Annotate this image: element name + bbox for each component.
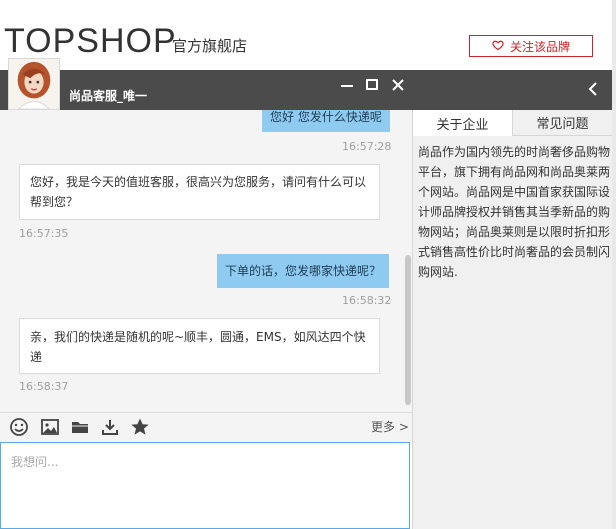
tab-faq[interactable]: 常见问题 [513,110,612,136]
close-icon [389,79,407,98]
message-timestamp: 16:58:32 [342,294,392,307]
window-edge [612,0,616,529]
minimize-icon [338,79,356,98]
image-button[interactable] [40,417,60,437]
folder-icon [70,422,90,441]
image-icon [40,419,60,441]
heart-icon [492,39,504,54]
message-timestamp: 16:57:28 [342,140,392,153]
message-bubble-incoming: 您好，我是今天的值班客服，很高兴为您服务，请问有什么可以帮到您？ [19,164,380,220]
message-bubble-incoming: 亲，我们的快递是随机的呢~顺丰，圆通，EMS，如风达四个快递 [19,318,380,374]
emoji-icon [9,418,29,441]
close-button[interactable] [389,76,407,94]
chevron-left-icon [585,82,601,102]
message-bubble-outgoing: 下单的话，您发哪家快递呢？ [217,254,389,288]
chat-toolbar [0,412,412,443]
download-button[interactable] [100,417,120,437]
maximize-button[interactable] [363,76,381,94]
maximize-icon [363,79,381,98]
minimize-button[interactable] [338,76,356,94]
brand-subtitle: 官方旗舰店 [172,37,248,55]
message-bubble-outgoing: 您好 您发什么快递呢 [262,110,390,132]
avatar [8,58,60,110]
chat-scrollbar-thumb[interactable] [405,255,411,405]
more-button[interactable]: 更多 > [371,418,409,435]
favorite-button[interactable] [130,417,150,437]
message-timestamp: 16:57:35 [19,227,69,240]
message-input[interactable] [0,442,410,529]
tab-about-company[interactable]: 关于企业 [413,110,513,136]
folder-button[interactable] [70,417,90,437]
message-timestamp: 16:58:37 [19,380,69,393]
collapse-panel-button[interactable] [585,80,601,98]
follow-brand-button[interactable]: 关注该品牌 [469,35,593,57]
star-icon [130,418,150,441]
chat-message-area[interactable]: 您好 您发什么快递呢 16:57:28 您好，我是今天的值班客服，很高兴为您服务… [0,110,412,412]
about-company-text: 尚品作为国内领先的时尚奢侈品购物平台，旗下拥有尚品网和尚品奥莱两个网站。尚品网是… [418,145,611,279]
follow-brand-label: 关注该品牌 [509,39,570,54]
brand-logo: TOPSHOP [4,22,177,60]
agent-name: 尚品客服_唯一 [69,89,148,103]
download-icon [100,420,120,441]
emoji-button[interactable] [9,417,29,437]
